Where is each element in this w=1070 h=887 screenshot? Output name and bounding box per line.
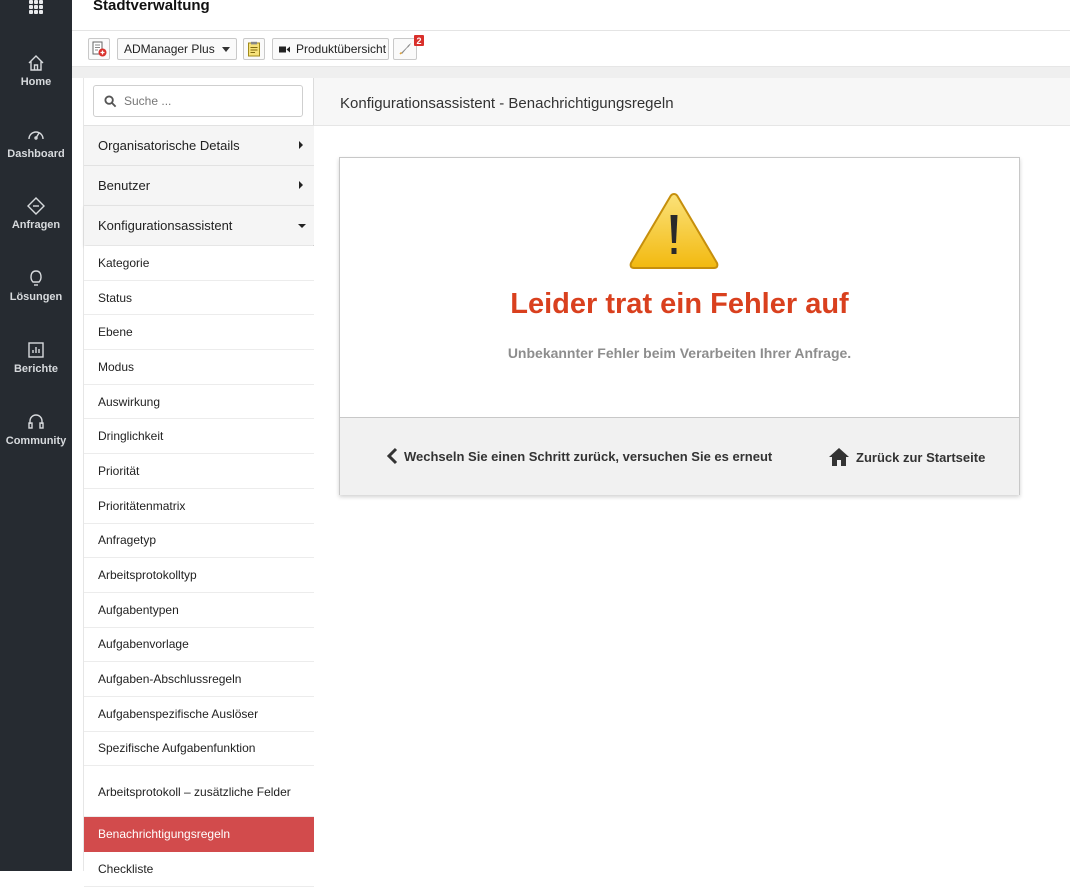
search-box bbox=[93, 85, 303, 117]
left-rail: Home Dashboard Anfragen Lösungen Bericht… bbox=[0, 0, 72, 871]
sidebar-item-aufgabenvorlage[interactable]: Aufgabenvorlage bbox=[84, 627, 314, 663]
sidebar-item-spezifische-aufgabenfunktion[interactable]: Spezifische Aufgabenfunktion bbox=[84, 731, 314, 767]
back-to-home-label: Zurück zur Startseite bbox=[856, 449, 986, 465]
page-title: Konfigurationsassistent - Benachrichtigu… bbox=[340, 95, 674, 112]
sidebar-sublist: Kategorie Status Ebene Modus Auswirkung … bbox=[84, 246, 314, 887]
back-retry-link[interactable]: Wechseln Sie einen Schritt zurück, versu… bbox=[386, 447, 772, 465]
clipboard-button[interactable] bbox=[243, 38, 265, 60]
error-actions: Wechseln Sie einen Schritt zurück, versu… bbox=[340, 417, 1019, 495]
top-header: Stadtverwaltung bbox=[72, 0, 1070, 31]
sidebar-item-modus[interactable]: Modus bbox=[84, 350, 314, 385]
error-message: Unbekannter Fehler beim Verarbeiten Ihre… bbox=[507, 345, 852, 361]
backdrop-strip bbox=[72, 67, 1070, 78]
dashboard-icon bbox=[28, 131, 44, 140]
error-title: Leider trat ein Fehler auf bbox=[510, 288, 849, 320]
chevron-right-icon bbox=[299, 181, 303, 189]
sidebar-item-auswirkung[interactable]: Auswirkung bbox=[84, 384, 314, 420]
section-label: Benutzer bbox=[98, 178, 151, 193]
rail-home[interactable]: Home bbox=[0, 53, 72, 105]
main-content: Konfigurationsassistent - Benachrichtigu… bbox=[314, 78, 1070, 871]
home-icon bbox=[28, 55, 44, 71]
rail-anfragen-label: Anfragen bbox=[11, 219, 61, 231]
new-request-button[interactable] bbox=[88, 38, 110, 60]
sidebar-item-aufgabentypen[interactable]: Aufgabentypen bbox=[84, 592, 314, 628]
rail-home-label: Home bbox=[20, 76, 52, 88]
notification-badge: 2 bbox=[414, 35, 424, 46]
section-konfigurationsassistent[interactable]: Konfigurationsassistent bbox=[84, 205, 314, 245]
rail-community[interactable]: Community bbox=[0, 412, 72, 464]
rail-loesungen[interactable]: Lösungen bbox=[0, 268, 72, 320]
ticket-icon bbox=[27, 197, 45, 215]
back-retry-label: Wechseln Sie einen Schritt zurück, versu… bbox=[404, 448, 773, 464]
warning-icon bbox=[629, 192, 719, 269]
video-camera-icon bbox=[279, 46, 290, 52]
rail-anfragen[interactable]: Anfragen bbox=[0, 196, 72, 248]
new-document-icon bbox=[92, 41, 107, 57]
sidebar-item-prioritaetenmatrix[interactable]: Prioritätenmatrix bbox=[84, 488, 314, 524]
org-name: Stadtverwaltung bbox=[93, 0, 210, 14]
sidebar-item-checkliste[interactable]: Checkliste bbox=[84, 852, 314, 887]
content-header: Konfigurationsassistent - Benachrichtigu… bbox=[314, 78, 1070, 126]
headset-icon bbox=[28, 414, 44, 429]
sidebar-item-prioritaet[interactable]: Priorität bbox=[84, 454, 314, 489]
lightbulb-icon bbox=[30, 270, 42, 286]
sidebar-item-anfragetyp[interactable]: Anfragetyp bbox=[84, 523, 314, 559]
home-icon bbox=[829, 448, 849, 466]
rocket-icon bbox=[399, 43, 411, 55]
sidebar-nav: Organisatorische Details Benutzer Konfig… bbox=[83, 78, 314, 887]
rail-berichte-label: Berichte bbox=[13, 363, 59, 375]
app-select[interactable]: ADManager Plus bbox=[117, 38, 237, 60]
app-select-value: ADManager Plus bbox=[124, 42, 215, 56]
chevron-down-icon bbox=[222, 47, 230, 52]
chevron-left-icon bbox=[386, 447, 398, 465]
rail-dashboard-label: Dashboard bbox=[7, 148, 65, 160]
toolbar: ADManager Plus Produktübersicht 2 bbox=[72, 31, 1070, 67]
apps-menu-button[interactable] bbox=[0, 0, 72, 20]
section-label: Konfigurationsassistent bbox=[98, 218, 233, 233]
sidebar-item-dringlichkeit[interactable]: Dringlichkeit bbox=[84, 419, 314, 455]
section-benutzer[interactable]: Benutzer bbox=[84, 165, 314, 205]
rail-dashboard[interactable]: Dashboard bbox=[0, 125, 72, 177]
product-overview-button[interactable]: Produktübersicht bbox=[272, 38, 389, 60]
report-icon bbox=[28, 342, 44, 358]
sidebar-item-arbeitsprotokolltyp[interactable]: Arbeitsprotokolltyp bbox=[84, 558, 314, 593]
rail-berichte[interactable]: Berichte bbox=[0, 340, 72, 392]
rail-community-label: Community bbox=[5, 435, 67, 447]
section-label: Organisatorische Details bbox=[98, 138, 240, 153]
clipboard-icon bbox=[248, 41, 260, 57]
chevron-down-icon bbox=[298, 224, 306, 228]
product-overview-label: Produktübersicht bbox=[296, 42, 387, 56]
sidebar-item-aufgaben-abschlussregeln[interactable]: Aufgaben-Abschlussregeln bbox=[84, 662, 314, 697]
sidebar-item-aufgabenspezifische-ausloeser[interactable]: Aufgabenspezifische Auslöser bbox=[84, 696, 314, 732]
back-to-home-link[interactable]: Zurück zur Startseite bbox=[828, 447, 985, 467]
search-input[interactable] bbox=[124, 94, 294, 108]
section-organisatorische-details[interactable]: Organisatorische Details bbox=[84, 125, 314, 165]
sidebar-item-arbeitsprotokoll-zusaetzliche-felder[interactable]: Arbeitsprotokoll – zusätzliche Felder bbox=[84, 766, 314, 818]
apps-grid-icon bbox=[29, 0, 43, 14]
search-icon bbox=[104, 94, 117, 107]
sidebar-item-status[interactable]: Status bbox=[84, 280, 314, 316]
sidebar-item-benachrichtigungsregeln[interactable]: Benachrichtigungsregeln bbox=[84, 817, 314, 852]
sidebar-item-kategorie[interactable]: Kategorie bbox=[84, 246, 314, 281]
rail-loesungen-label: Lösungen bbox=[9, 291, 63, 303]
sidebar-item-ebene[interactable]: Ebene bbox=[84, 315, 314, 351]
error-card: Leider trat ein Fehler auf Unbekannter F… bbox=[339, 157, 1020, 495]
chevron-right-icon bbox=[299, 141, 303, 149]
